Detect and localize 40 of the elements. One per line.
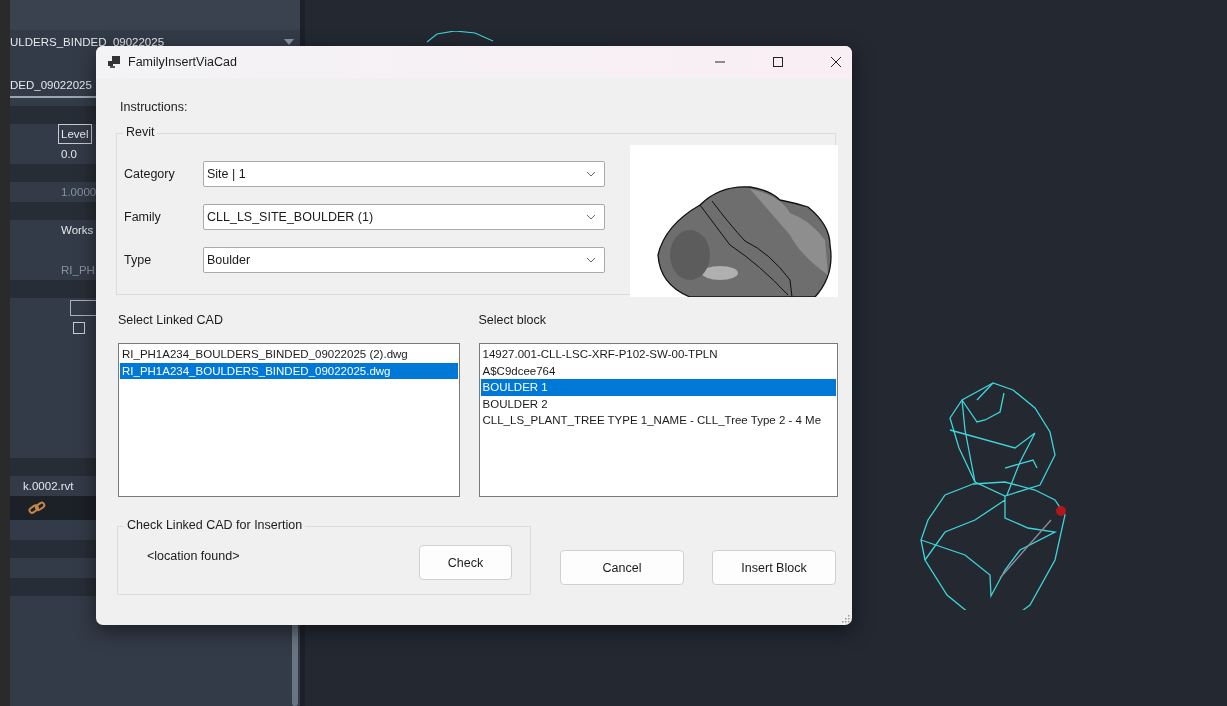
resize-grip-icon[interactable] — [842, 615, 850, 623]
field-label: Family — [123, 210, 162, 224]
list-item[interactable]: BOULDER 2 — [480, 395, 836, 412]
group-title: Revit — [123, 125, 158, 139]
maximize-icon[interactable] — [772, 56, 784, 68]
dialog-button[interactable]: Cancel — [560, 550, 684, 585]
chevron-icon — [586, 214, 596, 220]
list-item[interactable]: RI_PH1A234_BOULDERS_BINDED_09022025.dwg — [120, 362, 458, 379]
dialog-button[interactable]: Insert Block — [712, 550, 836, 585]
list-item[interactable]: CLL_LS_PLANT_TREE TYPE 1_NAME - CLL_Tree Type 2 - 4 Me — [480, 412, 836, 429]
property-value: 1.0000 — [60, 185, 98, 200]
group-title: Check Linked CAD for Insertion — [124, 518, 306, 532]
app-icon — [107, 55, 121, 69]
file-dropdown[interactable]: ULDERS_BINDED_09022025 — [10, 30, 300, 54]
dropdown-field[interactable]: CLL_LS_SITE_BOULDER (1) — [203, 204, 605, 230]
list-label: Select Linked CAD — [118, 313, 224, 327]
wireframe-drawing — [425, 31, 495, 43]
link-file-name: k.0002.rvt — [22, 479, 75, 494]
window-title: FamilyInsertViaCad — [128, 55, 237, 69]
chevron-icon — [586, 171, 596, 177]
instructions-label: Instructions: — [120, 100, 189, 114]
dropdown-field[interactable]: Boulder — [203, 247, 605, 273]
dropdown-field[interactable]: Site | 1 — [203, 161, 605, 187]
field-label: Category — [123, 167, 176, 181]
list-item[interactable]: 14927.001-CLL-LSC-XRF-P102-SW-00-TPLN — [480, 346, 836, 363]
list-label: Select block — [478, 313, 547, 327]
list-item[interactable]: BOULDER 1 — [480, 379, 836, 396]
link-icon[interactable] — [28, 501, 46, 515]
close-icon[interactable] — [830, 56, 842, 68]
property-checkbox[interactable] — [73, 322, 85, 334]
field-label: Type — [123, 253, 153, 267]
chevron-icon — [586, 257, 596, 263]
check-button[interactable]: Check — [419, 545, 512, 580]
property-value: 0.0 — [60, 147, 78, 162]
status-text: <location found> — [147, 548, 240, 563]
list-item[interactable]: RI_PH1A234_BOULDERS_BINDED_09022025 (2).dwg — [120, 346, 458, 363]
property-value: RI_PH — [60, 263, 96, 278]
property-value: Works — [60, 223, 95, 238]
list-item[interactable]: A$C9dcee764 — [480, 362, 836, 379]
property-header: Level — [58, 124, 92, 144]
